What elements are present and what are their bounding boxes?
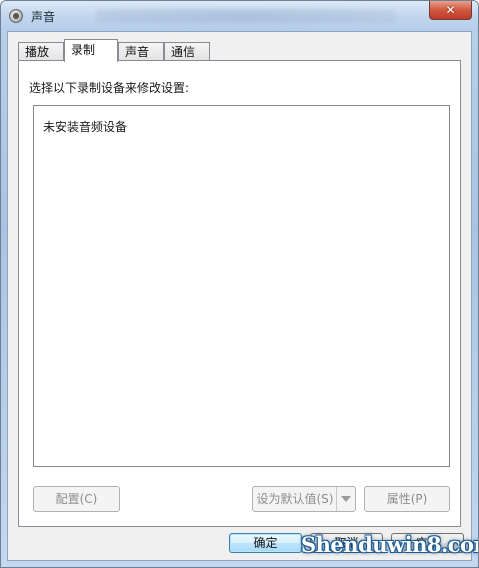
recording-device-list[interactable]: 未安装音频设备 [33,105,450,467]
configure-button[interactable]: 配置(C) [33,486,120,512]
instruction-text: 选择以下录制设备来修改设置: [29,81,190,95]
sound-dialog: 声音 ✕ 播放 录制 声音 通信 选择以下录制设备来修改设置: 未安装音频设备 … [0,0,479,568]
ok-button[interactable]: 确定 [229,533,302,553]
close-button[interactable]: ✕ [429,1,472,20]
title-bar[interactable]: 声音 ✕ [1,1,478,31]
site-watermark: Shenduwin8.com [301,532,479,557]
no-device-message: 未安装音频设备 [43,120,128,134]
tab-playback[interactable]: 播放 [18,42,64,60]
recording-panel: 选择以下录制设备来修改设置: 未安装音频设备 配置(C) 设为默认值(S) 属性… [18,60,461,527]
set-default-button[interactable]: 设为默认值(S) [252,486,356,512]
chevron-down-icon[interactable] [336,487,355,511]
set-default-label: 设为默认值(S) [256,492,334,506]
close-icon: ✕ [445,3,456,17]
window-title: 声音 [31,10,56,24]
speaker-icon [9,9,23,23]
dialog-body: 播放 录制 声音 通信 选择以下录制设备来修改设置: 未安装音频设备 配置(C)… [7,31,472,561]
tab-sounds[interactable]: 声音 [118,42,164,60]
properties-button[interactable]: 属性(P) [364,486,450,512]
title-watermark [96,9,396,23]
tab-recording[interactable]: 录制 [64,39,118,62]
tab-communications[interactable]: 通信 [164,42,210,60]
